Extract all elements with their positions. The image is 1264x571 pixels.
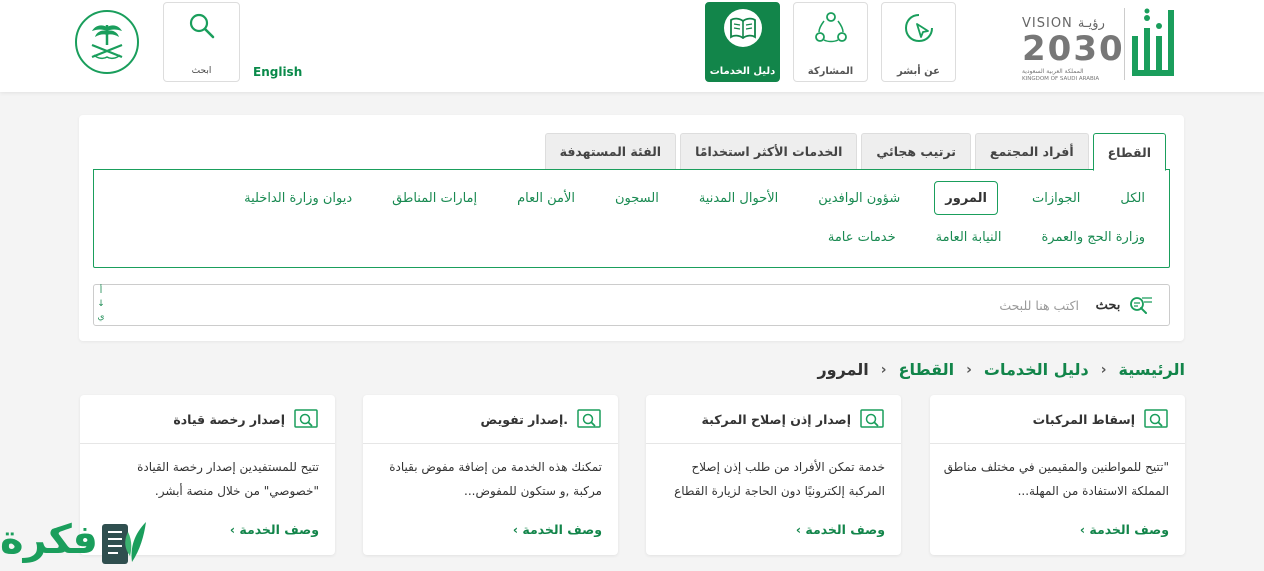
share-network-icon [814,12,847,43]
service-card[interactable]: إصدار إذن إصلاح المركبة خدمة تمكن الأفرا… [646,395,901,555]
service-card-title: إصدار رخصة قيادة [173,411,285,427]
search-doc-icon [1130,297,1153,314]
breadcrumb-sector[interactable]: القطاع [899,360,955,379]
tab-target-group[interactable]: الفئة المستهدفة [544,133,677,169]
header-search-label: ابحث [191,66,212,76]
nav-participation-label: المشاركة [807,66,854,77]
category-prisons[interactable]: السجون [609,184,665,212]
palm-swords-icon [91,25,123,60]
category-general-services[interactable]: خدمات عامة [822,223,902,251]
category-hajj-umrah[interactable]: وزارة الحج والعمرة [1036,223,1152,251]
nav-about-absher-label: عن أبشر [897,66,940,77]
category-expatriates[interactable]: شؤون الوافدين [812,184,906,212]
vision-2030-logo: VISION رؤيـة 2030 المملكة العربية السعود… [1022,16,1125,82]
category-interior-ministry[interactable]: ديوان وزارة الداخلية [238,184,358,212]
tab-most-used[interactable]: الخدمات الأكثر استخدامًا [680,133,858,169]
tab-alphabetical[interactable]: ترتيب هجائي [861,133,971,169]
breadcrumb: الرئيسية › دليل الخدمات › القطاع › المرو… [817,360,1185,379]
nav-services-guide-label: دليل الخدمات [709,66,776,77]
category-passports[interactable]: الجوازات [1026,184,1086,212]
alphabet-scroll-hint[interactable]: أ ↓ ي [97,285,105,325]
absher-logo[interactable] [1130,6,1182,82]
service-description-link[interactable]: وصف الخدمة › [796,522,885,537]
service-doc-icon [294,409,318,428]
category-list: الكل الجوازات المرور شؤون الوافدين الأحو… [151,181,1152,251]
service-description-link[interactable]: وصف الخدمة › [1080,522,1169,537]
breadcrumb-separator: › [880,361,887,378]
tab-community-members[interactable]: أفراد المجتمع [974,133,1089,169]
service-card-title: إصدار إذن إصلاح المركبة [701,411,851,427]
service-description-link[interactable]: وصف الخدمة › [513,522,602,537]
service-doc-icon [860,409,884,428]
service-card-description: تمكنك هذه الخدمة من إضافة مفوض بقيادة مر… [389,460,602,498]
category-public-prosecution[interactable]: النيابة العامة [930,223,1008,251]
service-card[interactable]: إصدار تفويض. تمكنك هذه الخدمة من إضافة م… [363,395,618,555]
breadcrumb-current: المرور [817,360,869,379]
category-emirates[interactable]: إمارات المناطق [386,184,483,212]
site-header: ابحث English دليل الخدمات المشاركة عن أب… [0,0,1264,92]
breadcrumb-separator: › [1100,361,1107,378]
saudi-emblem-logo[interactable] [75,10,139,74]
service-doc-icon [577,409,601,428]
book-leaf-icon [102,522,146,564]
search-submit-button[interactable]: بحث [1085,291,1165,319]
nav-participation[interactable]: المشاركة [793,2,868,82]
service-doc-icon [1144,409,1168,428]
search-input[interactable] [179,291,1079,319]
services-filter-panel: القطاع أفراد المجتمع ترتيب هجائي الخدمات… [79,115,1184,341]
search-icon [189,13,214,39]
language-toggle[interactable]: English [253,65,302,79]
service-card-title: إصدار تفويض. [480,411,568,427]
sector-tab-content: الكل الجوازات المرور شؤون الوافدين الأحو… [93,169,1170,268]
service-card-description: خدمة تمكن الأفراد من طلب إذن إصلاح المرك… [674,460,885,498]
header-search-button[interactable]: ابحث [163,2,240,82]
service-card-title: إسقاط المركبات [1032,411,1135,427]
category-traffic[interactable]: المرور [934,181,998,215]
category-all[interactable]: الكل [1114,184,1151,212]
tab-sector[interactable]: القطاع [1092,133,1166,171]
service-card-description: تتيح للمستفيدين إصدار رخصة القيادة "خصوص… [137,460,319,498]
chat-pointer-icon [904,14,933,43]
fikra-watermark-logo: فكرة [0,508,155,571]
service-card-description: "تتيح للمواطنين والمقيمين في مختلف مناطق… [943,460,1169,498]
service-card[interactable]: إسقاط المركبات "تتيح للمواطنين والمقيمين… [930,395,1185,555]
search-submit-label: بحث [1095,297,1121,312]
category-public-security[interactable]: الأمن العام [511,184,581,212]
nav-services-guide[interactable]: دليل الخدمات [705,2,780,82]
nav-about-absher[interactable]: عن أبشر [881,2,956,82]
breadcrumb-services-guide[interactable]: دليل الخدمات [984,360,1089,379]
service-search-bar: أ ↓ ي بحث [93,284,1170,326]
category-civil-affairs[interactable]: الأحوال المدنية [693,184,784,212]
breadcrumb-home[interactable]: الرئيسية [1119,360,1186,379]
breadcrumb-separator: › [966,361,972,378]
sector-tabs: القطاع أفراد المجتمع ترتيب هجائي الخدمات… [544,133,1166,171]
logo-divider [1124,8,1125,80]
service-description-link[interactable]: وصف الخدمة › [230,522,319,537]
open-book-icon [729,17,756,39]
